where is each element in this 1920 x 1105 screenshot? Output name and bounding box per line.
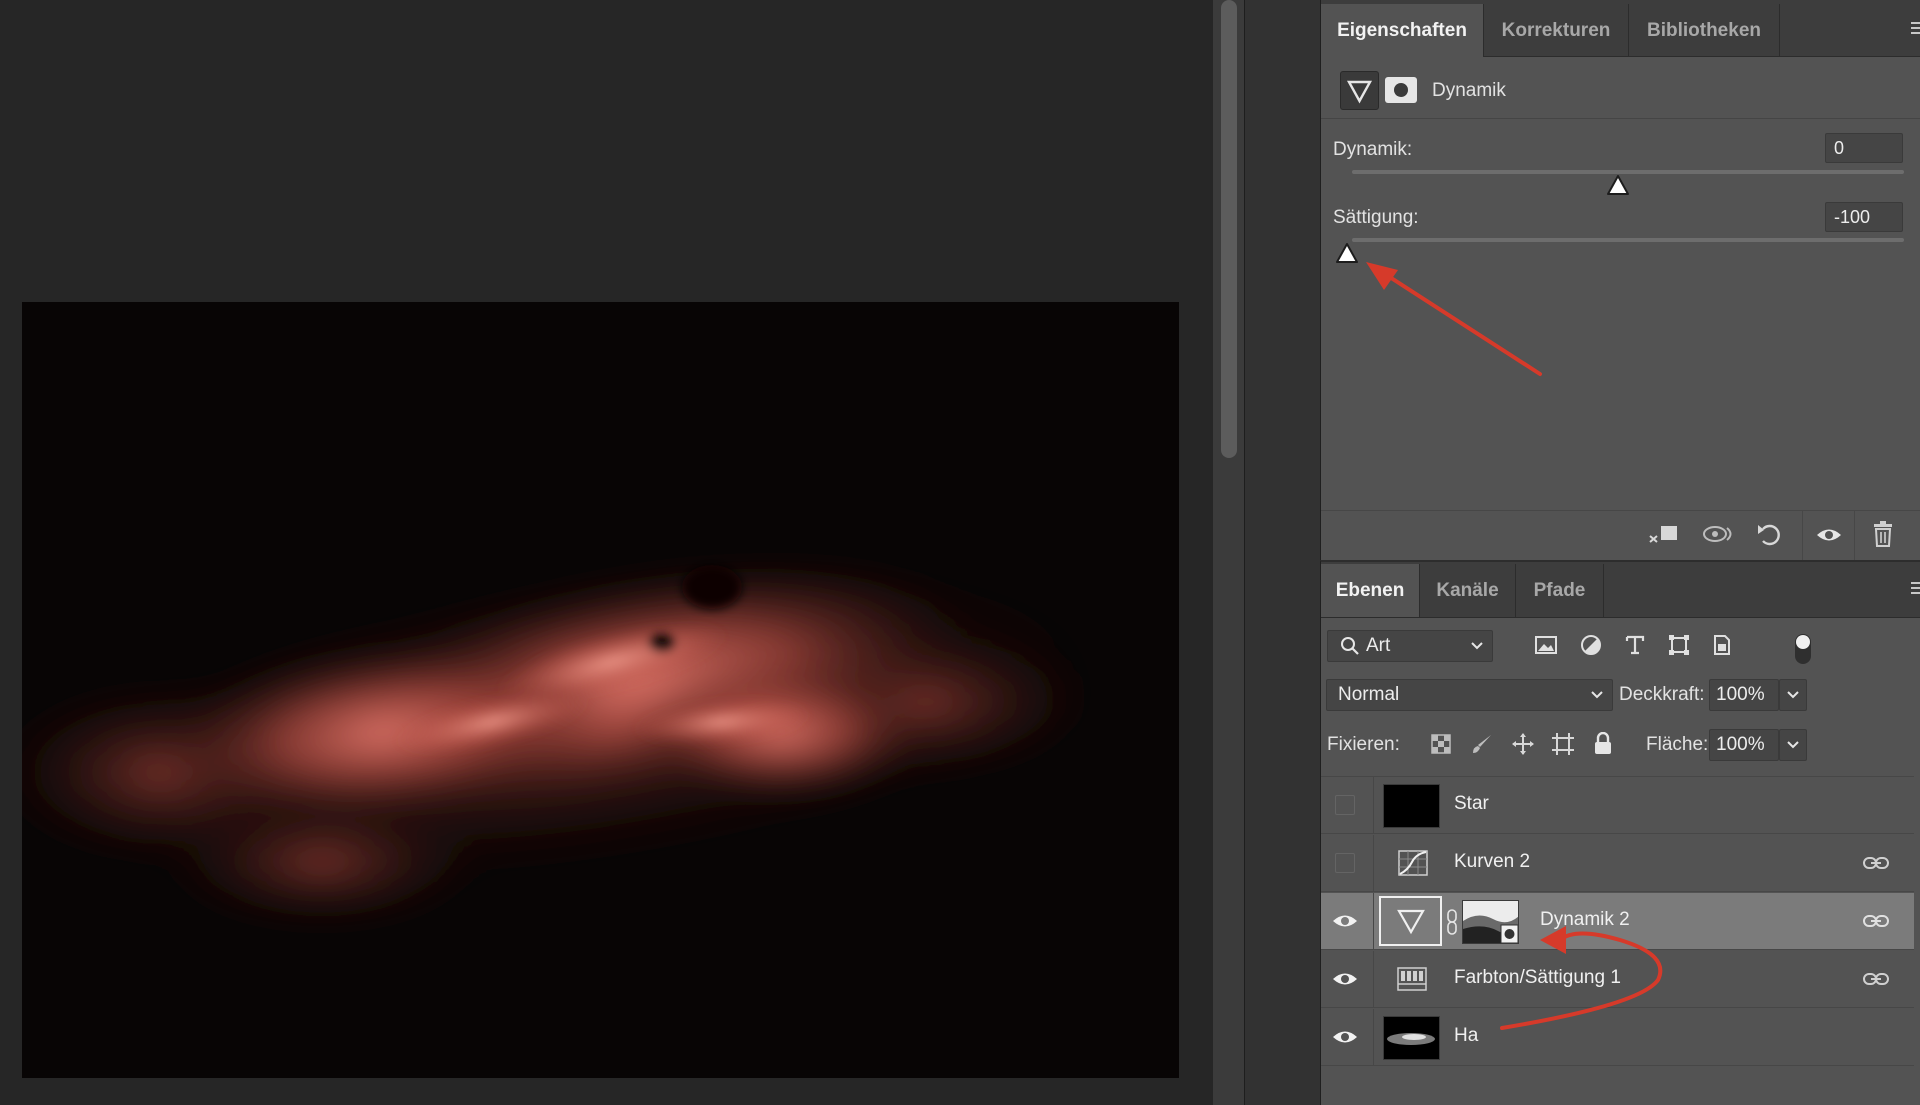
lock-position-icon[interactable] [1506, 727, 1540, 761]
blend-mode-dropdown[interactable]: Normal [1326, 679, 1613, 711]
layer-row-farbton-saettigung-1[interactable]: Farbton/Sättigung 1 [1321, 951, 1914, 1008]
layers-panel: Ebenen Kanäle Pfade Art Normal Deckkraft… [1320, 560, 1920, 1105]
tab-ebenen[interactable]: Ebenen [1321, 564, 1420, 617]
reset-icon[interactable] [1753, 517, 1787, 551]
delete-icon[interactable] [1866, 517, 1900, 551]
adjustment-title: Dynamik [1432, 80, 1506, 101]
filter-toggle-switch[interactable] [1795, 634, 1811, 664]
scrollbar-thumb[interactable] [1221, 0, 1237, 458]
lock-label: Fixieren: [1327, 734, 1400, 755]
layer-name: Kurven 2 [1454, 851, 1531, 872]
chevron-down-icon [1787, 741, 1799, 749]
layer-name: Farbton/Sättigung 1 [1454, 967, 1621, 988]
vibrance-adjustment-icon [1340, 71, 1379, 110]
tab-eigenschaften[interactable]: Eigenschaften [1321, 4, 1484, 57]
lock-image-pixels-icon[interactable] [1465, 727, 1499, 761]
chevron-down-icon [1470, 631, 1484, 671]
layer-filter-dropdown[interactable]: Art [1327, 630, 1493, 662]
link-icon[interactable] [1863, 911, 1889, 936]
eye-icon [1333, 973, 1357, 985]
tab-korrekturen[interactable]: Korrekturen [1484, 4, 1629, 57]
fill-label: Fläche: [1646, 734, 1709, 755]
layer-name: Star [1454, 793, 1489, 814]
view-previous-state-icon[interactable] [1701, 517, 1735, 551]
tab-bibliotheken[interactable]: Bibliotheken [1629, 4, 1780, 57]
panel-dock-strip [1244, 0, 1320, 1105]
shape-layer-filter-icon[interactable] [1662, 628, 1696, 662]
opacity-label: Deckkraft: [1619, 684, 1705, 705]
mask-link-icon[interactable] [1445, 909, 1459, 940]
properties-tab-bar: Eigenschaften Korrekturen Bibliotheken [1321, 0, 1920, 57]
chevron-down-icon [1590, 680, 1604, 720]
blend-mode-value: Normal [1338, 684, 1400, 705]
visibility-toggle[interactable] [1331, 849, 1359, 877]
document-canvas-area [0, 0, 1213, 1105]
lock-all-icon[interactable] [1586, 727, 1620, 761]
eye-icon [1333, 1031, 1357, 1043]
pixel-layer-filter-icon[interactable] [1529, 628, 1563, 662]
hue-saturation-adjustment-icon [1397, 967, 1427, 996]
curves-adjustment-icon [1398, 850, 1428, 881]
smart-object-filter-icon[interactable] [1705, 628, 1739, 662]
layer-mask-thumbnail[interactable] [1462, 900, 1519, 944]
saettigung-slider-thumb[interactable] [1335, 242, 1359, 269]
layer-name: Dynamik 2 [1540, 909, 1630, 930]
saettigung-label: Sättigung: [1333, 207, 1419, 228]
layer-thumbnail [1383, 784, 1440, 828]
document-image[interactable] [22, 302, 1179, 1078]
dynamik-value-field[interactable]: 0 [1825, 133, 1903, 163]
tab-pfade[interactable]: Pfade [1516, 564, 1604, 617]
visibility-toggle[interactable] [1331, 791, 1359, 819]
link-icon[interactable] [1863, 969, 1889, 994]
fill-dropdown-button[interactable] [1779, 729, 1807, 761]
visibility-toggle[interactable] [1331, 965, 1359, 993]
adjustment-layer-filter-icon[interactable] [1574, 628, 1608, 662]
properties-panel: Eigenschaften Korrekturen Bibliotheken D… [1320, 0, 1920, 560]
layer-filter-value: Art [1366, 635, 1391, 656]
layer-row-ha[interactable]: Ha [1321, 1009, 1914, 1066]
link-icon[interactable] [1863, 853, 1889, 878]
document-scrollbar[interactable] [1213, 0, 1244, 1105]
opacity-field[interactable]: 100% [1709, 679, 1779, 711]
visibility-toggle[interactable] [1331, 1023, 1359, 1051]
search-icon [1340, 631, 1360, 671]
vibrance-adjustment-icon [1379, 896, 1442, 946]
layers-tab-bar: Ebenen Kanäle Pfade [1321, 562, 1920, 618]
lock-transparent-pixels-icon[interactable] [1424, 727, 1458, 761]
layer-mask-icon[interactable] [1385, 77, 1417, 103]
toggle-visibility-icon[interactable] [1802, 510, 1855, 560]
layer-row-dynamik-2[interactable]: Dynamik 2 [1321, 893, 1914, 950]
dynamik-label: Dynamik: [1333, 139, 1413, 160]
layer-name: Ha [1454, 1025, 1479, 1046]
layer-row-kurven-2[interactable]: Kurven 2 [1321, 835, 1914, 892]
saettigung-slider-track[interactable] [1352, 238, 1904, 242]
fill-field[interactable]: 100% [1709, 729, 1779, 761]
dynamik-slider-thumb[interactable] [1606, 174, 1630, 201]
opacity-dropdown-button[interactable] [1779, 679, 1807, 711]
eye-icon [1333, 915, 1357, 927]
chevron-down-icon [1787, 691, 1799, 699]
saettigung-value-field[interactable]: -100 [1825, 202, 1903, 232]
clip-to-layer-icon[interactable] [1647, 517, 1681, 551]
visibility-toggle[interactable] [1331, 907, 1359, 935]
layer-thumbnail [1383, 1016, 1440, 1060]
lock-artboard-icon[interactable] [1546, 727, 1580, 761]
type-layer-filter-icon[interactable] [1618, 628, 1652, 662]
divider [1321, 118, 1920, 119]
panel-menu-icon[interactable] [1911, 582, 1920, 596]
tab-kanaele[interactable]: Kanäle [1420, 564, 1516, 617]
photoshop-window: Eigenschaften Korrekturen Bibliotheken D… [0, 0, 1920, 1105]
panel-menu-icon[interactable] [1911, 22, 1920, 36]
nebula-image [22, 302, 1179, 1078]
layer-row-star[interactable]: Star [1321, 777, 1914, 834]
